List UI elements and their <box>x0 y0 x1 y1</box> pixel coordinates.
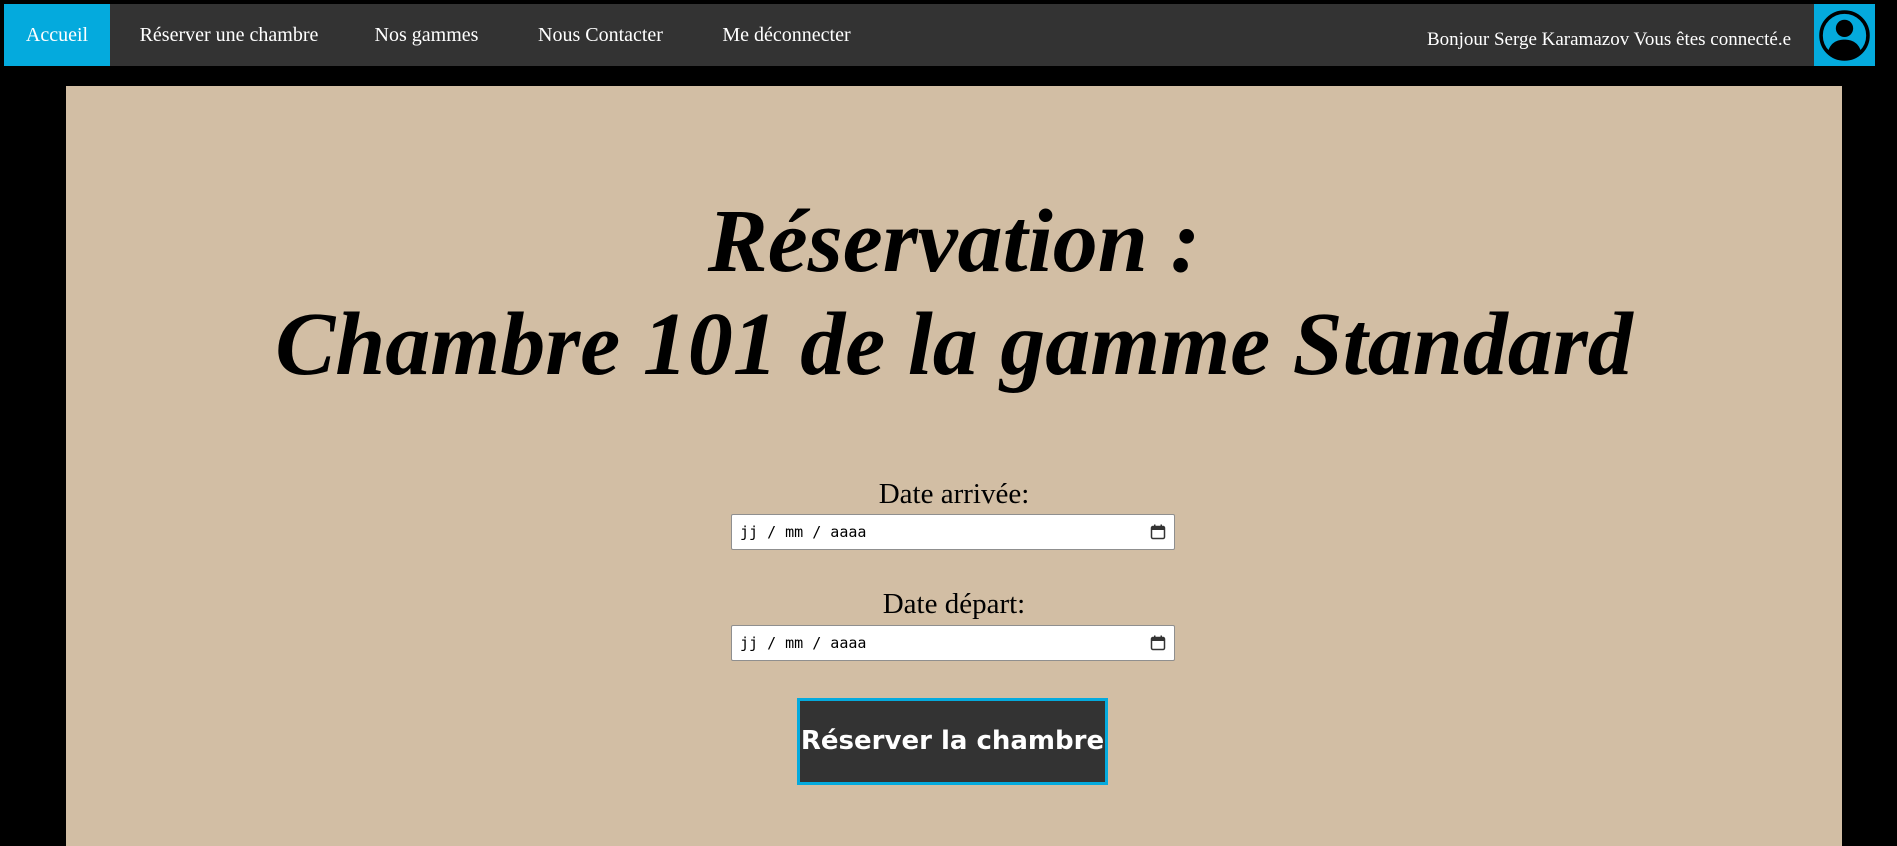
user-circle-icon <box>1819 10 1870 61</box>
nav-item-me-deconnecter[interactable]: Me déconnecter <box>696 4 877 66</box>
page-title-room: Chambre 101 de la gamme Standard <box>275 295 1633 394</box>
top-navbar: Accueil Réserver une chambre Nos gammes … <box>4 4 1875 66</box>
avatar-button[interactable] <box>1814 4 1875 66</box>
departure-date-label: Date départ: <box>882 588 1026 620</box>
nav-item-nous-contacter[interactable]: Nous Contacter <box>505 4 696 66</box>
nav-item-accueil[interactable]: Accueil <box>4 4 110 66</box>
nav-item-reserver-chambre[interactable]: Réserver une chambre <box>110 4 348 66</box>
reservation-panel: Réservation : Chambre 101 de la gamme St… <box>66 86 1842 846</box>
calendar-icon[interactable] <box>1150 524 1166 540</box>
reserve-room-button[interactable]: Réserver la chambre <box>797 698 1108 785</box>
greeting-text: Bonjour Serge Karamazov Vous êtes connec… <box>1426 29 1791 50</box>
departure-date-placeholder: jj / mm / aaaa <box>740 634 867 652</box>
nav-item-nos-gammes[interactable]: Nos gammes <box>348 4 505 66</box>
arrival-date-placeholder: jj / mm / aaaa <box>740 523 867 541</box>
calendar-icon[interactable] <box>1150 635 1166 651</box>
page-title-reservation: Réservation : <box>707 192 1201 291</box>
departure-date-input[interactable]: jj / mm / aaaa <box>731 625 1175 661</box>
arrival-date-label: Date arrivée: <box>878 478 1030 510</box>
arrival-date-input[interactable]: jj / mm / aaaa <box>731 514 1175 550</box>
